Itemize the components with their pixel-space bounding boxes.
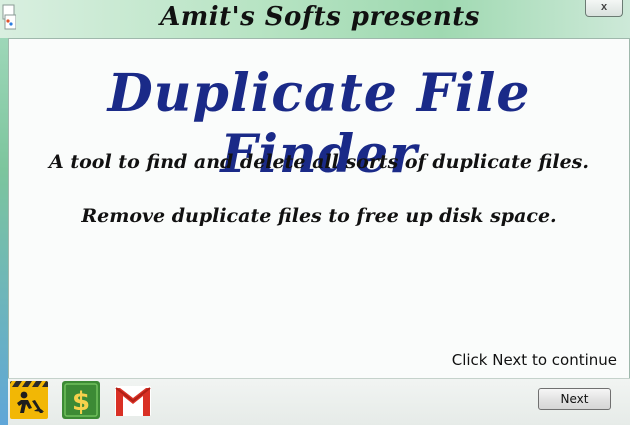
close-button[interactable]: x: [585, 0, 623, 17]
tagline-primary: A tool to find and delete all sorts of d…: [49, 151, 589, 173]
tagline-secondary: Remove duplicate files to free up disk s…: [81, 205, 557, 227]
gmail-icon[interactable]: [114, 381, 152, 419]
svg-text:$: $: [72, 387, 90, 417]
continue-hint: Click Next to continue: [451, 351, 617, 369]
app-window: Amit's Softs presents x Duplicate File F…: [0, 0, 630, 425]
money-icon[interactable]: $: [62, 381, 100, 419]
next-button[interactable]: Next: [538, 388, 611, 410]
welcome-panel: Duplicate File Finder A tool to find and…: [8, 38, 630, 380]
window-title: Amit's Softs presents: [160, 2, 480, 32]
app-icon: [2, 4, 16, 30]
title-bar[interactable]: Amit's Softs presents x: [0, 0, 630, 38]
construction-worker-icon[interactable]: [10, 381, 48, 419]
bottom-bar: $ Next: [8, 378, 630, 425]
